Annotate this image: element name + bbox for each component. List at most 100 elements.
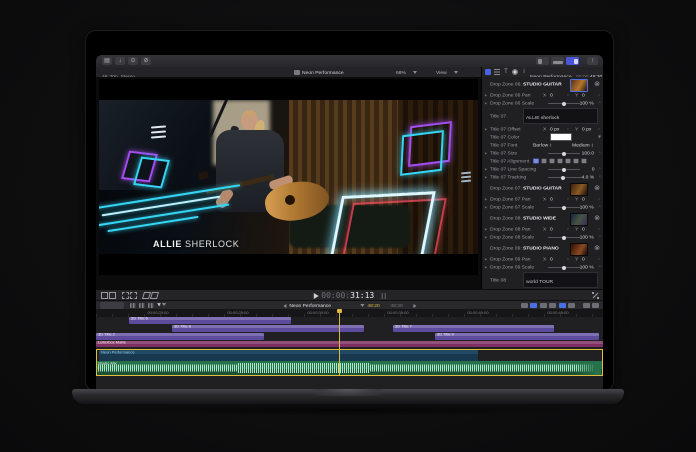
keyframe-button[interactable]: ◦ xyxy=(567,226,569,232)
audio-meters-icon[interactable] xyxy=(381,293,386,299)
sidebar-toggle-icon[interactable]: ▤ xyxy=(102,57,112,65)
timeline-history-back[interactable] xyxy=(283,304,286,308)
trim-edit-icon[interactable] xyxy=(559,303,566,308)
title-inspector-tab[interactable]: T xyxy=(503,69,509,75)
disclosure-icon[interactable]: ▸ xyxy=(485,235,487,240)
keyframe-button[interactable]: ◦ xyxy=(599,166,601,172)
parameter-slider[interactable] xyxy=(548,207,580,208)
timeline-clip[interactable]: 3D Title 6 xyxy=(129,317,291,324)
keyframe-button[interactable]: ◦ xyxy=(599,204,601,210)
view-dropdown[interactable]: View xyxy=(436,68,458,77)
parameter-value[interactable]: 100 % xyxy=(580,234,594,240)
select-tool-dropdown[interactable] xyxy=(158,302,166,306)
keyframe-button[interactable]: ◦ xyxy=(599,234,601,240)
disclosure-icon[interactable]: ▸ xyxy=(485,167,487,172)
y-value[interactable]: 0 xyxy=(582,256,585,262)
timeline-clip[interactable]: Studio Mix xyxy=(96,361,603,375)
tools-menu-icon[interactable] xyxy=(568,303,575,308)
slider-knob[interactable] xyxy=(562,266,566,270)
keyframe-button[interactable]: ◦ xyxy=(567,126,569,132)
parameter-value[interactable]: -4.0 % xyxy=(580,174,594,180)
disclosure-icon[interactable]: ▸ xyxy=(485,127,487,132)
playhead[interactable] xyxy=(339,309,340,375)
slider-knob[interactable] xyxy=(562,168,566,172)
alignment-button[interactable] xyxy=(581,159,587,164)
video-canvas[interactable]: ALLIESHERLOCK xyxy=(99,79,478,275)
alignment-button[interactable] xyxy=(557,159,563,164)
keyframe-button[interactable]: ◦ xyxy=(567,256,569,262)
background-tasks-icon[interactable]: ⊘ xyxy=(141,57,151,65)
slider-knob[interactable] xyxy=(561,176,565,180)
crop-tool-icon[interactable] xyxy=(122,292,137,299)
dropzone-thumbnail[interactable] xyxy=(570,79,588,92)
dropzone-thumbnail[interactable] xyxy=(570,213,588,226)
disclosure-icon[interactable]: ▸ xyxy=(485,175,487,180)
color-swatch[interactable] xyxy=(550,133,572,141)
slider-knob[interactable] xyxy=(562,152,566,156)
dropzone-thumbnail[interactable] xyxy=(570,243,588,256)
y-value[interactable]: 0 xyxy=(582,92,585,98)
timeline-toggle-button[interactable] xyxy=(551,57,564,65)
timeline-clip[interactable]: 3D Title 2 xyxy=(96,333,264,340)
video-inspector-tab[interactable] xyxy=(485,69,491,75)
disclosure-icon[interactable]: ▸ xyxy=(485,151,487,156)
timeline-clip[interactable]: 3D Title 9 xyxy=(435,333,599,340)
disclosure-icon[interactable]: ▸ xyxy=(485,101,487,106)
keyframe-button[interactable]: ◦ xyxy=(598,92,600,98)
parameter-slider[interactable] xyxy=(548,153,580,154)
keyframe-button[interactable]: ◦ xyxy=(598,256,600,262)
slider-knob[interactable] xyxy=(562,102,566,106)
x-value[interactable]: 0 xyxy=(550,92,553,98)
timeline-clip[interactable]: 3D Title 7 xyxy=(393,325,554,332)
slider-knob[interactable] xyxy=(562,236,566,240)
alignment-button[interactable] xyxy=(533,159,539,164)
parameter-value[interactable]: 0 xyxy=(591,166,594,172)
insert-edit-icon[interactable] xyxy=(530,303,537,308)
disclosure-icon[interactable]: ▸ xyxy=(485,257,487,262)
disclosure-icon[interactable]: ▸ xyxy=(485,93,487,98)
share-button[interactable]: ↑ xyxy=(587,57,598,65)
x-value[interactable]: 0 xyxy=(550,226,553,232)
text-inspector-tab[interactable] xyxy=(494,69,500,75)
parameter-value[interactable]: 100 % xyxy=(580,264,594,270)
parameter-value[interactable]: 100 % xyxy=(580,100,594,106)
overwrite-edit-icon[interactable] xyxy=(549,303,556,308)
color-inspector-tab[interactable] xyxy=(512,69,518,75)
keyframe-button[interactable]: ◦ xyxy=(599,174,601,180)
alignment-button[interactable] xyxy=(541,159,547,164)
title-text-input[interactable]: world TOUR xyxy=(523,272,597,288)
x-value[interactable]: 0 xyxy=(550,256,553,262)
keyframe-button[interactable]: ◦ xyxy=(567,92,569,98)
zoom-level-dropdown[interactable]: 68% xyxy=(396,68,417,77)
resize-handle-icon[interactable] xyxy=(592,292,599,299)
keyframe-button[interactable]: ◦ xyxy=(567,196,569,202)
append-edit-icon[interactable] xyxy=(540,303,547,308)
disclosure-icon[interactable]: ▸ xyxy=(485,265,487,270)
disclosure-icon[interactable]: ▸ xyxy=(485,205,487,210)
y-value[interactable]: 0 xyxy=(582,226,585,232)
connect-edit-icon[interactable] xyxy=(521,303,528,308)
timeline-history-forward[interactable] xyxy=(413,304,416,308)
alignment-button[interactable] xyxy=(549,159,555,164)
x-value[interactable]: 0 px xyxy=(550,126,559,132)
keyframe-button[interactable]: ◦ xyxy=(599,264,601,270)
timeline-clip[interactable]: Letterbox Matte xyxy=(96,341,603,347)
parameter-slider[interactable] xyxy=(548,267,580,268)
play-icon[interactable] xyxy=(313,293,318,299)
parameter-value[interactable]: 100.0 xyxy=(582,150,594,156)
effects-browser-icon[interactable] xyxy=(583,303,590,308)
transitions-browser-icon[interactable] xyxy=(592,303,599,308)
clear-dropzone-icon[interactable]: ⊗ xyxy=(594,214,600,222)
keyframe-button[interactable]: ◦ xyxy=(599,150,601,156)
import-media-icon[interactable]: ↓ xyxy=(115,57,125,65)
font-family-dropdown[interactable]: Barlow ↕ xyxy=(533,142,552,148)
keyframe-button[interactable]: ◦ xyxy=(598,196,600,202)
keyframe-button[interactable]: ◦ xyxy=(599,100,601,106)
parameter-slider[interactable] xyxy=(548,237,580,238)
parameter-slider[interactable] xyxy=(548,103,580,104)
title-text-input[interactable]: ALLIE sherlock xyxy=(523,108,597,124)
browser-toggle-button[interactable] xyxy=(536,57,549,65)
y-value[interactable]: 0 xyxy=(582,196,585,202)
timeline-display-icons[interactable] xyxy=(130,303,154,308)
dropzone-thumbnail[interactable] xyxy=(570,183,588,196)
